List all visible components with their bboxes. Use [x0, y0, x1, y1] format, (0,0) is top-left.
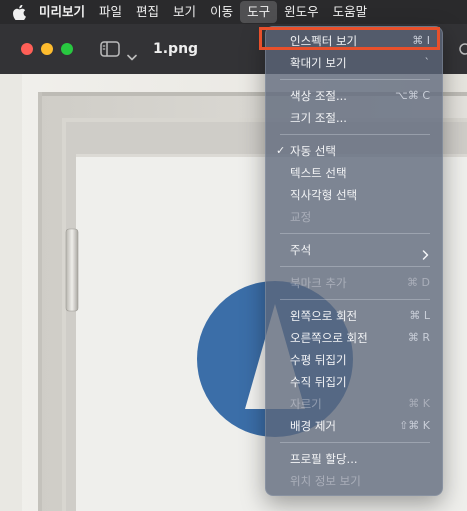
menu-separator [280, 299, 430, 300]
minimize-window-button[interactable] [41, 43, 53, 55]
menu-item-shortcut: ⌥⌘ C [395, 89, 430, 102]
menu-item-shortcut: ` [424, 56, 431, 69]
menu-item-label: 직사각형 선택 [290, 188, 358, 202]
menu-separator [280, 134, 430, 135]
checkmark-icon: ✓ [276, 144, 286, 157]
menu-item-rectangular-select[interactable]: 직사각형 선택 [272, 184, 436, 206]
menu-item-label: 자동 선택 [290, 144, 336, 158]
menu-item-label: 위치 정보 보기 [290, 474, 361, 488]
menu-preview[interactable]: 미리보기 [32, 1, 92, 23]
menu-item-label: 오른쪽으로 회전 [290, 331, 368, 345]
menu-item-crop: 자르기 ⌘ K [272, 393, 436, 415]
menu-separator [280, 266, 430, 267]
chevron-right-icon [422, 245, 429, 267]
menu-item-label: 주석 [290, 243, 312, 257]
menu-item-label: 확대기 보기 [290, 56, 347, 70]
sidebar-toggle-icon[interactable] [100, 41, 120, 61]
menu-item-shortcut: ⌘ R [407, 331, 430, 344]
menu-window[interactable]: 윈도우 [277, 1, 326, 23]
tools-dropdown-menu: 인스펙터 보기 ⌘ I 확대기 보기 ` 색상 조절... ⌥⌘ C 크기 조절… [265, 26, 443, 496]
chevron-down-icon[interactable] [127, 46, 137, 65]
menu-item-annotate[interactable]: 주석 [272, 239, 436, 261]
menu-item-correct: 교정 [272, 206, 436, 228]
menu-item-shortcut: ⌘ L [409, 309, 430, 322]
menu-item-adjust-size[interactable]: 크기 조절... [272, 107, 436, 129]
menu-item-show-location-info: 위치 정보 보기 [272, 470, 436, 492]
menu-item-label: 텍스트 선택 [290, 166, 347, 180]
menu-go[interactable]: 이동 [203, 1, 240, 23]
close-window-button[interactable] [21, 43, 33, 55]
menu-item-flip-horizontal[interactable]: 수평 뒤집기 [272, 349, 436, 371]
menu-item-flip-vertical[interactable]: 수직 뒤집기 [272, 371, 436, 393]
menu-separator [280, 233, 430, 234]
document-title: 1.png [153, 41, 199, 57]
menu-bar: 미리보기 파일 편집 보기 이동 도구 윈도우 도움말 [0, 0, 467, 24]
menu-item-add-bookmark: 북마크 추가 ⌘ D [272, 272, 436, 294]
menu-help[interactable]: 도움말 [326, 1, 375, 23]
menu-item-label: 교정 [290, 210, 312, 224]
menu-edit[interactable]: 편집 [129, 1, 166, 23]
menu-item-label: 왼쪽으로 회전 [290, 309, 358, 323]
menu-tools[interactable]: 도구 [240, 1, 278, 23]
menu-item-label: 크기 조절... [290, 111, 347, 125]
menu-item-label: 색상 조절... [290, 89, 347, 103]
menu-item-text-select[interactable]: 텍스트 선택 [272, 162, 436, 184]
menu-item-label: 북마크 추가 [290, 276, 347, 290]
search-icon[interactable] [458, 42, 467, 61]
menu-item-label: 프로필 할당... [290, 452, 358, 466]
menu-item-label: 배경 제거 [290, 419, 336, 433]
menu-item-shortcut: ⌘ D [407, 276, 430, 289]
menu-view[interactable]: 보기 [166, 1, 203, 23]
menu-item-auto-select[interactable]: ✓ 자동 선택 [272, 140, 436, 162]
menu-item-rotate-left[interactable]: 왼쪽으로 회전 ⌘ L [272, 305, 436, 327]
zoom-window-button[interactable] [61, 43, 73, 55]
menu-item-label: 자르기 [290, 397, 322, 411]
apple-logo-icon[interactable] [12, 4, 26, 20]
menu-item-shortcut: ⇧⌘ K [399, 419, 430, 432]
menu-item-assign-profile[interactable]: 프로필 할당... [272, 448, 436, 470]
menu-item-label: 수평 뒤집기 [290, 353, 347, 367]
menu-item-label: 수직 뒤집기 [290, 375, 347, 389]
menu-item-rotate-right[interactable]: 오른쪽으로 회전 ⌘ R [272, 327, 436, 349]
menu-item-remove-background[interactable]: 배경 제거 ⇧⌘ K [272, 415, 436, 437]
menu-separator [280, 79, 430, 80]
menu-item-adjust-color[interactable]: 색상 조절... ⌥⌘ C [272, 85, 436, 107]
menu-separator [280, 442, 430, 443]
menu-item-show-magnifier[interactable]: 확대기 보기 ` [272, 52, 436, 74]
menu-item-shortcut: ⌘ K [408, 397, 430, 410]
menu-file[interactable]: 파일 [92, 1, 129, 23]
highlight-outline [259, 27, 440, 50]
